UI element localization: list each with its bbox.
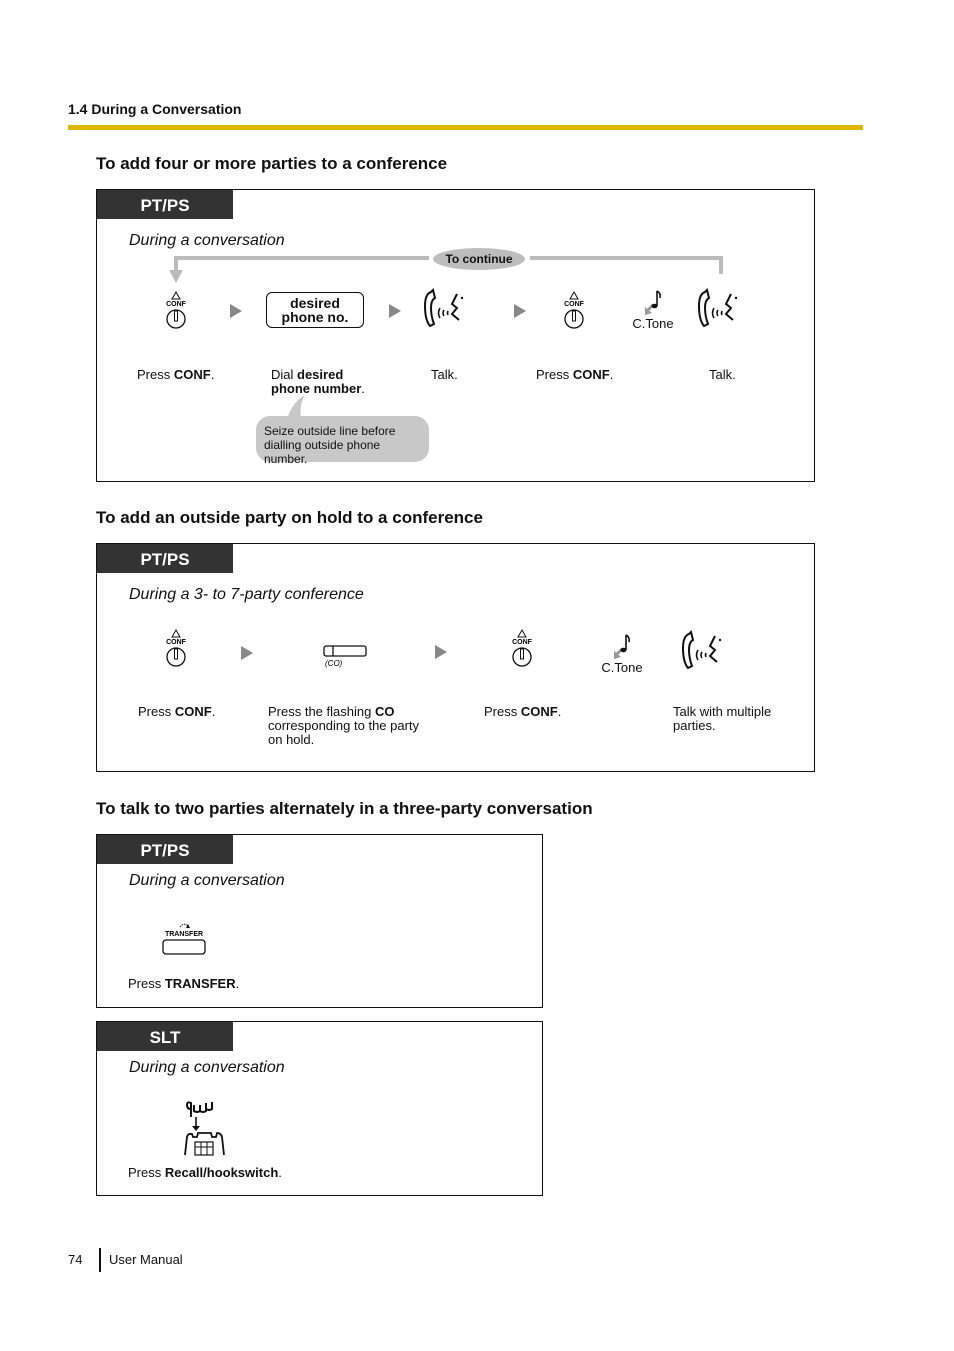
loop-line-right	[530, 256, 722, 260]
confirmation-tone: C.Tone	[627, 289, 679, 331]
co-button-icon: (CO)	[323, 645, 367, 668]
conf-label: CONF	[166, 301, 187, 308]
procedure-box-slt: SLT During a conversation Press Recall/h…	[96, 1021, 543, 1196]
procedure-box-add-four-parties: PT/PS During a conversation To continue …	[96, 189, 815, 482]
talk-icon	[423, 288, 464, 328]
step-caption: Talk with multiple parties.	[673, 704, 772, 733]
music-note-icon	[645, 290, 661, 315]
heading-talk-alternately: To talk to two parties alternately in a …	[96, 799, 593, 818]
talk-icon	[697, 288, 738, 328]
footer-divider	[99, 1248, 101, 1272]
loop-line-left	[174, 256, 429, 260]
transfer-button-icon: TRANSFER	[162, 923, 206, 955]
step-caption: Dial desired phone number.	[271, 367, 365, 396]
conf-button-icon: CONF	[564, 291, 585, 329]
talk-icon	[681, 630, 722, 670]
condition-text: During a conversation	[129, 872, 285, 889]
step-caption: Press CONF.	[536, 367, 614, 382]
step-caption: Press CONF.	[138, 704, 216, 719]
next-arrow-icon	[435, 645, 447, 659]
to-continue-label: To continue	[433, 248, 525, 270]
dial-box-line1: desired	[290, 295, 340, 311]
header-rule	[68, 125, 863, 130]
conf-button-icon: CONF	[512, 629, 533, 667]
step-caption: Talk.	[431, 367, 458, 382]
section-header: 1.4 During a Conversation	[68, 101, 242, 117]
ctone-label: C.Tone	[601, 660, 643, 675]
condition-text: During a 3- to 7-party conference	[129, 586, 364, 603]
page-number: 74	[68, 1252, 83, 1267]
music-note-icon	[614, 634, 630, 659]
procedure-box-add-outside-party: PT/PS During a 3- to 7-party conference …	[96, 543, 815, 772]
desired-phone-no-box: desired phone no.	[266, 292, 364, 328]
next-arrow-icon	[241, 646, 253, 660]
heading-add-four-parties: To add four or more parties to a confere…	[96, 154, 448, 173]
terminal-tag: SLT	[97, 1022, 233, 1051]
hookswitch-icon	[184, 1101, 225, 1156]
note-bubble: Seize outside line before dialling outsi…	[256, 416, 429, 466]
dial-box-line2: phone no.	[281, 309, 349, 325]
heading-add-outside-party: To add an outside party on hold to a con…	[96, 508, 483, 527]
conf-button-icon: CONF	[166, 629, 187, 667]
conf-label: CONF	[564, 301, 585, 308]
conf-label: CONF	[166, 639, 187, 646]
next-arrow-icon	[230, 304, 242, 318]
condition-text: During a conversation	[129, 1059, 285, 1076]
step-caption: Talk.	[709, 367, 736, 382]
step-caption: Press TRANSFER.	[128, 976, 240, 991]
transfer-label: TRANSFER	[165, 931, 203, 938]
terminal-tag: PT/PS	[97, 544, 233, 573]
next-arrow-icon	[514, 304, 526, 318]
condition-text: During a conversation	[129, 232, 285, 249]
procedure-box-pt-ps: PT/PS During a conversation TRANSFER Pre…	[96, 834, 543, 1008]
terminal-tag: PT/PS	[97, 835, 233, 864]
loop-line-up	[719, 256, 723, 274]
co-label: (CO)	[325, 659, 343, 668]
terminal-tag: PT/PS	[97, 190, 233, 219]
step-caption: Press CONF.	[137, 367, 215, 382]
loop-line-down	[174, 256, 178, 270]
loop-arrow-icon	[169, 270, 183, 283]
next-arrow-icon	[389, 304, 401, 318]
step-caption: Press the flashing CO corresponding to t…	[268, 704, 420, 747]
step-caption: Press CONF.	[484, 704, 562, 719]
confirmation-tone: C.Tone	[596, 633, 648, 675]
ctone-label: C.Tone	[632, 316, 674, 331]
step-caption: Press Recall/hookswitch.	[128, 1165, 282, 1180]
conf-label: CONF	[512, 639, 533, 646]
conf-button-icon: CONF	[166, 291, 187, 329]
footer-title: User Manual	[109, 1252, 183, 1267]
